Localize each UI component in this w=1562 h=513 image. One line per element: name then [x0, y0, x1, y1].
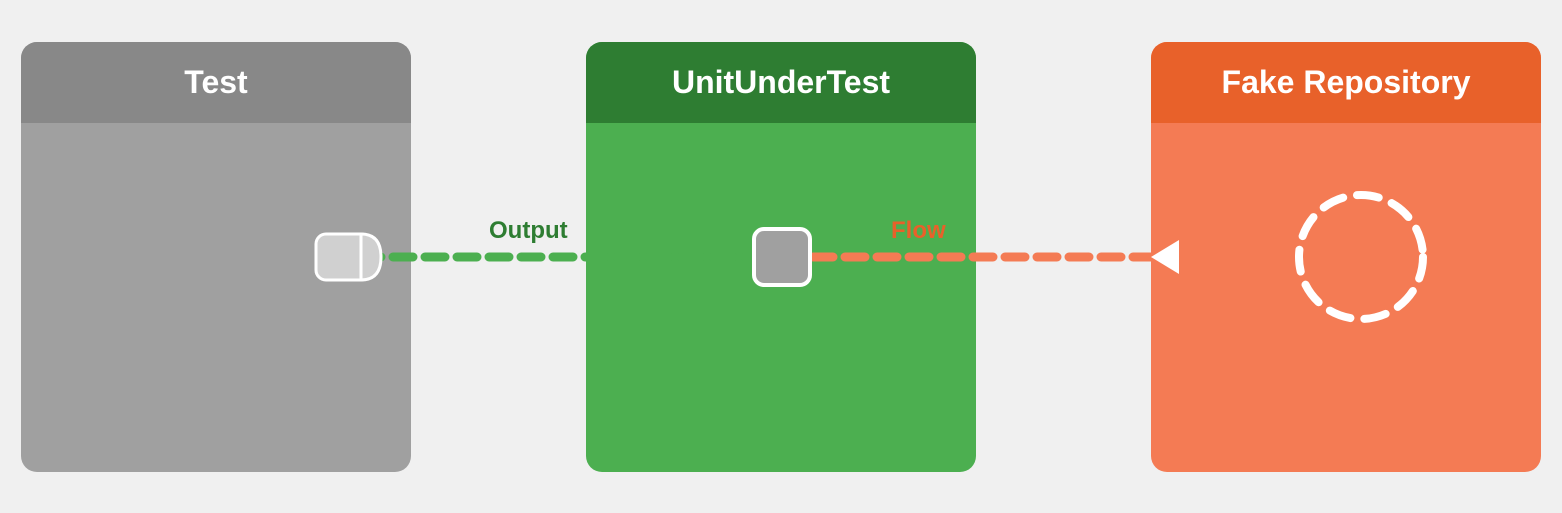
- output-label: Output: [489, 217, 568, 245]
- unit-box: UnitUnderTest: [586, 42, 976, 472]
- fake-box-header: Fake Repository: [1151, 42, 1541, 123]
- test-box: Test: [21, 42, 411, 472]
- unit-box-header: UnitUnderTest: [586, 42, 976, 123]
- fake-box: Fake Repository: [1151, 42, 1541, 472]
- test-box-header: Test: [21, 42, 411, 123]
- flow-label: Flow: [891, 217, 946, 245]
- diagram: Test UnitUnderTest Fake Repository Outpu…: [21, 22, 1541, 492]
